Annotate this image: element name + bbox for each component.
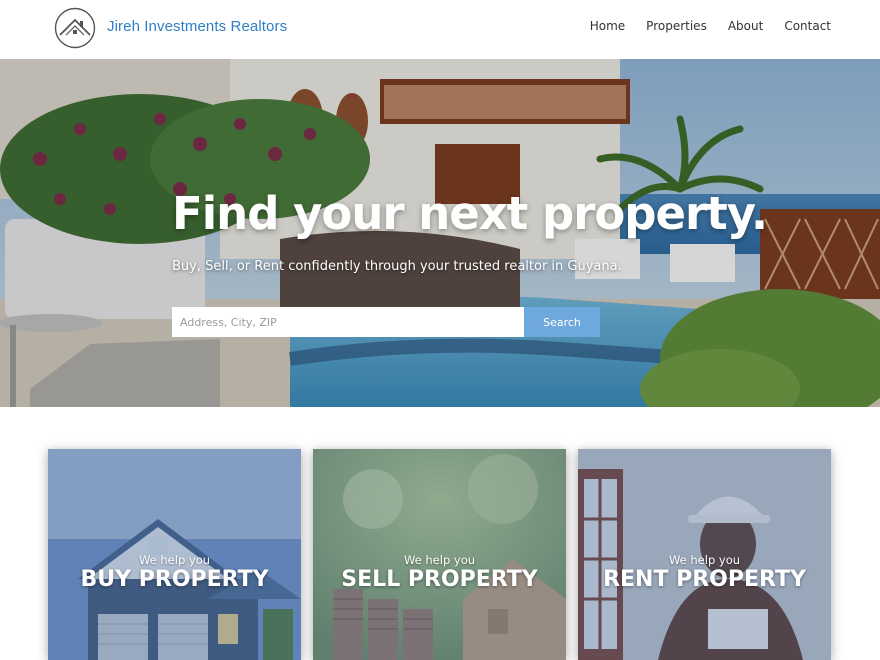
card-tagline: We help you — [403, 553, 476, 567]
nav-link-home[interactable]: Home — [590, 19, 625, 33]
service-card-sell[interactable]: We help you SELL PROPERTY — [313, 449, 566, 660]
service-card-buy[interactable]: We help you BUY PROPERTY — [48, 449, 301, 660]
search-button[interactable]: Search — [524, 307, 600, 337]
card-tagline: We help you — [668, 553, 741, 567]
nav-link-about[interactable]: About — [728, 19, 763, 33]
hero-title: Find your next property. — [172, 187, 768, 240]
service-card-rent[interactable]: We help you RENT PROPERTY — [578, 449, 831, 660]
card-heading: SELL PROPERTY — [341, 567, 538, 592]
brand-name[interactable]: Jireh Investments Realtors — [107, 18, 287, 35]
logo-icon[interactable] — [54, 7, 96, 49]
nav-link-contact[interactable]: Contact — [784, 19, 831, 33]
main-nav: Home Properties About Contact — [590, 19, 831, 33]
search-input[interactable] — [172, 307, 524, 337]
card-heading: RENT PROPERTY — [603, 567, 806, 592]
card-tagline: We help you — [138, 553, 211, 567]
hero-subtitle: Buy, Sell, or Rent confidently through y… — [172, 259, 622, 274]
card-heading: BUY PROPERTY — [80, 567, 269, 592]
nav-link-properties[interactable]: Properties — [646, 19, 707, 33]
hero-section: Find your next property. Buy, Sell, or R… — [0, 59, 880, 407]
site-header: Jireh Investments Realtors Home Properti… — [0, 0, 880, 59]
